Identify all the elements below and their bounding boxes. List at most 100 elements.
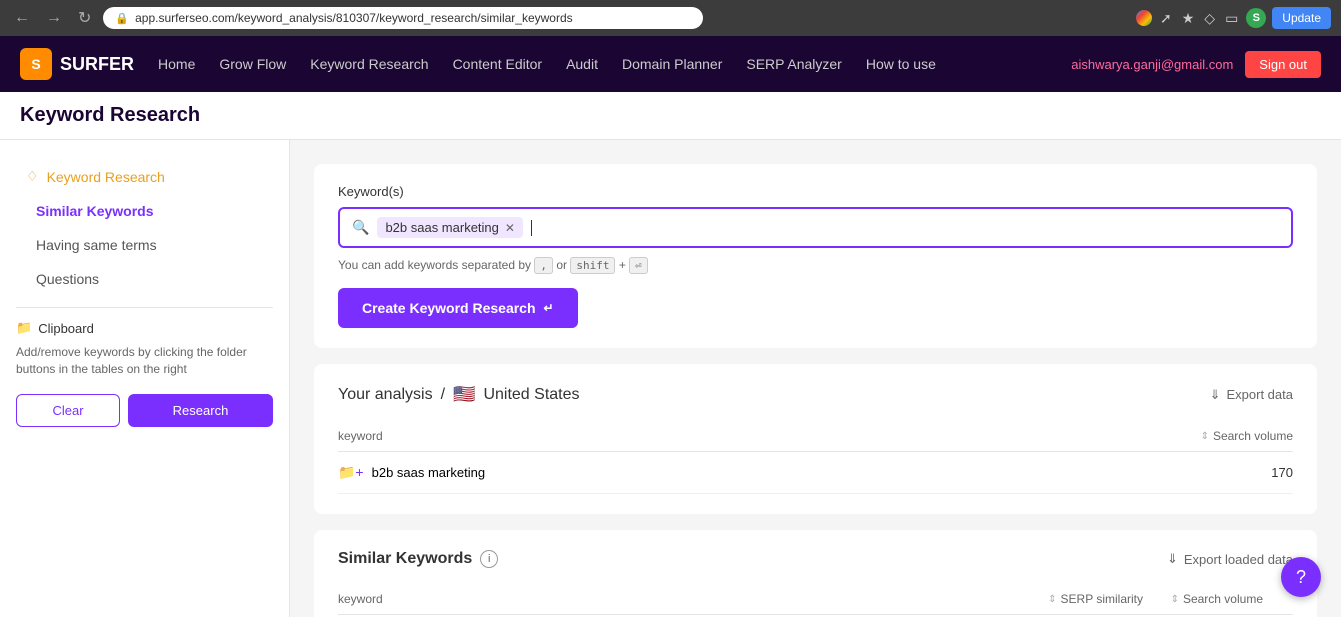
help-button[interactable]: ?	[1281, 557, 1321, 597]
info-icon[interactable]: i	[480, 550, 498, 568]
create-btn-label: Create Keyword Research	[362, 300, 536, 316]
nav-serp-analyzer[interactable]: SERP Analyzer	[746, 56, 841, 72]
nav-home[interactable]: Home	[158, 56, 195, 72]
nav-grow-flow[interactable]: Grow Flow	[219, 56, 286, 72]
similar-keywords-card: Similar Keywords i ⇓ Export loaded data …	[314, 530, 1317, 617]
serp-sort-icon[interactable]: ⇕	[1048, 594, 1056, 605]
analysis-table-header: keyword ⇕ Search volume	[338, 421, 1293, 452]
logo-icon: S	[20, 48, 52, 80]
export-loaded-label: Export loaded data	[1184, 552, 1293, 567]
address-bar[interactable]: 🔒 app.surferseo.com/keyword_analysis/810…	[103, 7, 703, 29]
keyword-col-header: keyword	[338, 592, 983, 606]
sidebar-item-keyword-research[interactable]: ♢ Keyword Research	[16, 160, 273, 193]
download-icon-2: ⇓	[1167, 551, 1178, 567]
logo: S SURFER	[20, 48, 134, 80]
sidebar-keyword-research-label: Keyword Research	[47, 169, 165, 185]
keyword-tag-text: b2b saas marketing	[385, 220, 498, 235]
us-flag-icon: 🇺🇸	[453, 384, 475, 405]
keyword-value: b2b saas marketing	[372, 465, 485, 480]
export-loaded-button[interactable]: ⇓ Export loaded data	[1167, 551, 1293, 567]
analysis-title-prefix: Your analysis	[338, 386, 433, 404]
search-icon: 🔍	[352, 219, 369, 236]
extensions-button[interactable]: ◇	[1202, 8, 1217, 29]
logo-text: SURFER	[60, 54, 134, 75]
similar-keywords-header: Similar Keywords i ⇓ Export loaded data	[338, 550, 1293, 568]
nav-content-editor[interactable]: Content Editor	[453, 56, 543, 72]
analysis-section-header: Your analysis / 🇺🇸 United States ⇓ Expor…	[338, 384, 1293, 405]
user-email: aishwarya.ganji@gmail.com	[1071, 57, 1233, 72]
page-title: Keyword Research	[20, 104, 200, 127]
bookmark-button[interactable]: ★	[1180, 8, 1197, 29]
analysis-title: Your analysis / 🇺🇸 United States	[338, 384, 580, 405]
hint-text: You can add keywords separated by , or s…	[338, 258, 1293, 272]
google-icon	[1136, 10, 1152, 26]
url-text: app.surferseo.com/keyword_analysis/81030…	[135, 11, 573, 25]
page-title-bar: Keyword Research	[0, 92, 1341, 140]
analysis-card: Your analysis / 🇺🇸 United States ⇓ Expor…	[314, 364, 1317, 514]
browser-actions: ➚ ★ ◇ ▭ S Update	[1136, 7, 1331, 29]
serp-col-header: ⇕ SERP similarity	[983, 592, 1143, 606]
app-header: S SURFER Home Grow Flow Keyword Research…	[0, 36, 1341, 92]
header-right: aishwarya.ganji@gmail.com Sign out	[1071, 51, 1321, 78]
similar-keywords-title: Similar Keywords	[338, 550, 472, 568]
comma-key: ,	[534, 257, 553, 274]
volume-cell: 170	[1173, 465, 1293, 480]
keyword-input-wrapper[interactable]: 🔍 b2b saas marketing ✕	[338, 207, 1293, 248]
sidebar: ♢ Keyword Research Similar Keywords Havi…	[0, 140, 290, 617]
enter-key: ⏎	[629, 257, 648, 274]
table-row: 📁+ b2b saas marketing 170	[338, 452, 1293, 494]
keyword-column-header: keyword	[338, 429, 1173, 443]
add-folder-icon[interactable]: 📁+	[338, 464, 364, 481]
nav-domain-planner[interactable]: Domain Planner	[622, 56, 722, 72]
sidebar-buttons: Clear Research	[16, 394, 273, 427]
vol-sort-icon[interactable]: ⇕	[1171, 594, 1179, 605]
clear-button[interactable]: Clear	[16, 394, 120, 427]
sidebar-divider	[16, 307, 273, 308]
sim-volume-col-header: ⇕ Search volume	[1143, 592, 1263, 606]
update-button[interactable]: Update	[1272, 7, 1331, 29]
clipboard-desc: Add/remove keywords by clicking the fold…	[16, 344, 273, 378]
create-keyword-research-button[interactable]: Create Keyword Research ↵	[338, 288, 578, 328]
nav-audit[interactable]: Audit	[566, 56, 598, 72]
fullscreen-button[interactable]: ▭	[1223, 8, 1240, 29]
share-button[interactable]: ➚	[1158, 8, 1174, 29]
separator: /	[441, 386, 445, 404]
shift-key: shift	[570, 257, 615, 274]
export-label: Export data	[1227, 387, 1294, 402]
sidebar-item-similar-keywords[interactable]: Similar Keywords	[16, 195, 273, 227]
user-avatar: S	[1246, 8, 1266, 28]
sidebar-item-questions[interactable]: Questions	[16, 263, 273, 295]
keyword-tag: b2b saas marketing ✕	[377, 217, 523, 238]
clipboard-section: 📁 Clipboard Add/remove keywords by click…	[16, 320, 273, 427]
search-label: Keyword(s)	[338, 184, 1293, 199]
sidebar-similar-keywords-label: Similar Keywords	[36, 203, 154, 219]
sign-out-button[interactable]: Sign out	[1245, 51, 1321, 78]
research-button[interactable]: Research	[128, 394, 273, 427]
cursor	[531, 220, 532, 236]
sidebar-item-having-same-terms[interactable]: Having same terms	[16, 229, 273, 261]
search-card: Keyword(s) 🔍 b2b saas marketing ✕ You ca…	[314, 164, 1317, 348]
volume-column-header: ⇕ Search volume	[1173, 429, 1293, 443]
keyword-cell: 📁+ b2b saas marketing	[338, 464, 1173, 481]
clipboard-title: 📁 Clipboard	[16, 320, 273, 336]
tag-close-icon[interactable]: ✕	[505, 221, 515, 235]
country-name: United States	[483, 386, 579, 404]
nav-keyword-research[interactable]: Keyword Research	[310, 56, 428, 72]
refresh-button[interactable]: ↻	[74, 4, 95, 32]
help-icon: ?	[1296, 567, 1306, 588]
back-button[interactable]: ←	[10, 5, 34, 31]
actions-col-header	[1263, 592, 1293, 606]
browser-chrome: ← → ↻ 🔒 app.surferseo.com/keyword_analys…	[0, 0, 1341, 36]
nav-how-to-use[interactable]: How to use	[866, 56, 936, 72]
lock-icon: 🔒	[115, 12, 129, 25]
enter-icon: ↵	[544, 301, 554, 315]
similar-keywords-table-header: keyword ⇕ SERP similarity ⇕ Search volum…	[338, 584, 1293, 615]
export-data-button[interactable]: ⇓ Export data	[1210, 387, 1293, 403]
main-content: Keyword(s) 🔍 b2b saas marketing ✕ You ca…	[290, 140, 1341, 617]
sort-icon[interactable]: ⇕	[1201, 431, 1209, 442]
similar-title-group: Similar Keywords i	[338, 550, 498, 568]
forward-button[interactable]: →	[42, 5, 66, 31]
layout: ♢ Keyword Research Similar Keywords Havi…	[0, 140, 1341, 617]
sidebar-having-same-terms-label: Having same terms	[36, 237, 157, 253]
folder-icon: 📁	[16, 320, 32, 336]
